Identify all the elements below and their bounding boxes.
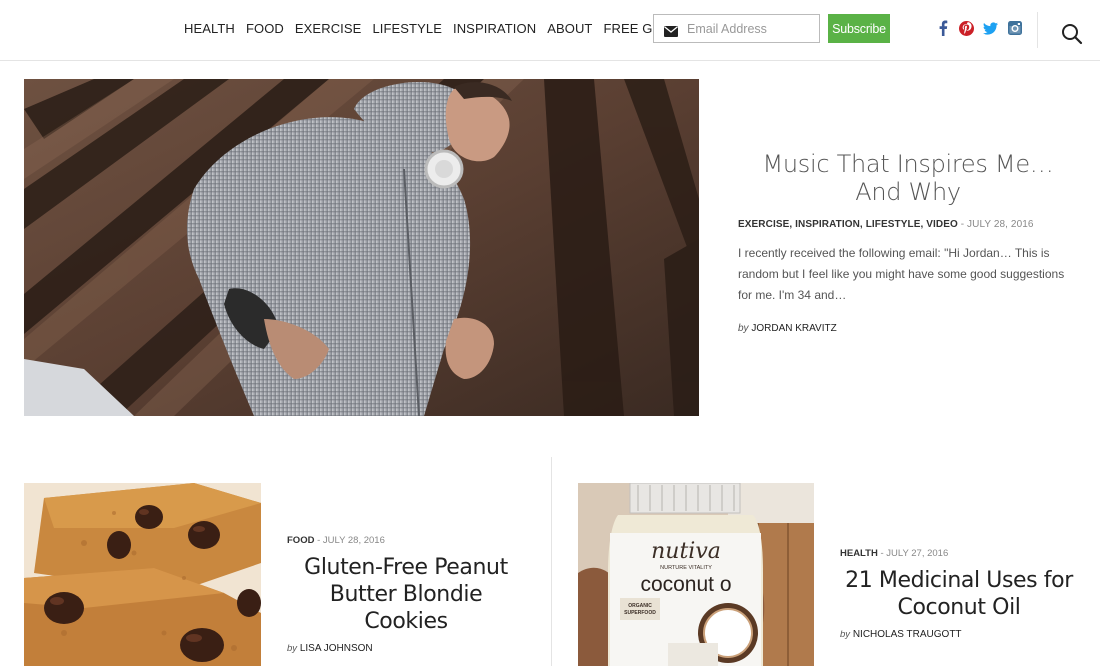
main-nav: HEALTH FOOD EXERCISE LIFESTYLE INSPIRATI… (184, 21, 695, 37)
social-links (934, 19, 1023, 37)
card-meta: FOOD - JULY 28, 2016 (287, 535, 525, 546)
card-article-coconut: HEALTH - JULY 27, 2016 21 Medicinal Uses… (840, 548, 1078, 640)
hero-excerpt: I recently received the following email:… (738, 246, 1065, 302)
card-author-prefix: by (840, 629, 851, 640)
nav-item-lifestyle[interactable]: LIFESTYLE (372, 21, 442, 37)
envelope-icon (664, 24, 678, 37)
card-category[interactable]: FOOD (287, 535, 314, 546)
hero-title[interactable]: Music That Inspires Me… And Why (738, 150, 1078, 206)
pinterest-icon[interactable] (958, 19, 975, 37)
card-meta: HEALTH - JULY 27, 2016 (840, 548, 1078, 559)
jar-product: coconut o (640, 573, 731, 596)
header-divider (1037, 12, 1038, 48)
card-author[interactable]: LISA JOHNSON (300, 643, 373, 654)
column-divider (551, 457, 552, 666)
card-author-line: by LISA JOHNSON (287, 643, 525, 654)
card-date: - JULY 28, 2016 (314, 535, 385, 546)
nav-item-exercise[interactable]: EXERCISE (295, 21, 362, 37)
hero-author-prefix: by (738, 323, 749, 334)
email-input[interactable] (687, 21, 812, 36)
card-image-coconut-oil[interactable]: nutiva NURTURE VITALITY coconut o ORGANI… (578, 483, 814, 666)
card-title[interactable]: Gluten-Free Peanut Butter Blondie Cookie… (287, 554, 525, 635)
card-author-line: by NICHOLAS TRAUGOTT (840, 629, 1078, 640)
email-field-wrapper (653, 14, 820, 43)
svg-text:SUPERFOOD: SUPERFOOD (624, 610, 656, 616)
nav-item-about[interactable]: ABOUT (547, 21, 592, 37)
nav-item-food[interactable]: FOOD (246, 21, 284, 37)
subscribe-button[interactable]: Subscribe (828, 14, 890, 43)
svg-text:ORGANIC: ORGANIC (628, 603, 652, 609)
hero-meta: EXERCISE, INSPIRATION, LIFESTYLE, VIDEO … (738, 219, 1078, 230)
hero-image[interactable] (24, 79, 699, 416)
twitter-icon[interactable] (982, 19, 999, 37)
hero-categories[interactable]: EXERCISE, INSPIRATION, LIFESTYLE, VIDEO (738, 219, 958, 230)
hero-author-line: by JORDAN KRAVITZ (738, 323, 1078, 334)
hero-date: - JULY 28, 2016 (957, 219, 1034, 230)
hero-author[interactable]: JORDAN KRAVITZ (751, 323, 836, 334)
card-date: - JULY 27, 2016 (877, 548, 949, 559)
instagram-icon[interactable] (1006, 19, 1023, 37)
jar-brand: nutiva (651, 539, 721, 564)
card-category[interactable]: HEALTH (840, 548, 878, 559)
nav-item-health[interactable]: HEALTH (184, 21, 235, 37)
card-title[interactable]: 21 Medicinal Uses for Coconut Oil (840, 567, 1078, 621)
card-image-cookies[interactable] (24, 483, 261, 666)
card-author[interactable]: NICHOLAS TRAUGOTT (853, 629, 962, 640)
card-article-cookies: FOOD - JULY 28, 2016 Gluten-Free Peanut … (287, 535, 525, 654)
hero-article: Music That Inspires Me… And Why EXERCISE… (738, 150, 1078, 334)
nav-item-inspiration[interactable]: INSPIRATION (453, 21, 536, 37)
search-icon[interactable] (1061, 23, 1083, 45)
card-author-prefix: by (287, 643, 298, 654)
facebook-icon[interactable] (934, 19, 951, 37)
jar-tagline: NURTURE VITALITY (660, 565, 712, 571)
site-header: HEALTH FOOD EXERCISE LIFESTYLE INSPIRATI… (0, 0, 1100, 61)
